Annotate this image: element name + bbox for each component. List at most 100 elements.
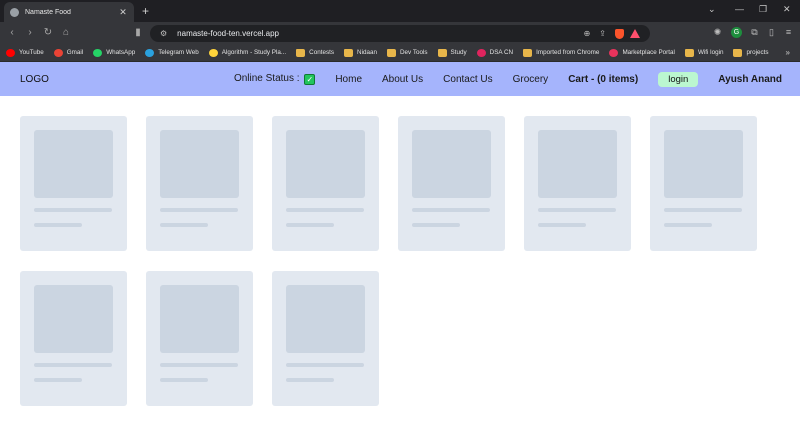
reload-button[interactable]: ↻ [42,26,54,40]
zoom-icon[interactable]: ⊕ [584,29,591,38]
shimmer-line [286,378,334,382]
bookmark-label: WhatsApp [106,49,136,56]
folder-icon [523,48,533,57]
shimmer-line [160,363,238,367]
back-button[interactable]: ‹ [6,26,18,40]
bookmark-item[interactable]: Gmail [53,48,83,57]
bookmark-label: Imported from Chrome [536,49,600,56]
nav-contact[interactable]: Contact Us [443,74,492,85]
globe-icon [10,7,19,17]
shimmer-line [160,378,208,382]
python-icon [208,48,218,57]
close-window-button[interactable]: ✕ [783,2,791,16]
bookmark-label: Algorithm - Study Pla... [221,49,287,56]
user-name: Ayush Anand [718,73,782,85]
new-tab-button[interactable]: + [142,4,149,18]
shimmer-line [664,208,742,212]
online-status-label: Online Status : [233,73,300,84]
bookmark-item[interactable]: Algorithm - Study Pla... [208,48,287,57]
folder-icon [684,48,694,57]
home-icon[interactable]: ⌂ [60,26,72,40]
bookmark-item[interactable]: Study [437,48,467,57]
cn-icon [476,48,486,57]
address-bar[interactable]: ⚙ namaste-food-ten.vercel.app ⊕ ⇪ [150,25,650,42]
bookmark-item[interactable]: Dev Tools [386,48,428,57]
marketplace-icon [609,48,619,57]
nav-cart[interactable]: Cart - (0 items) [568,74,638,85]
shimmer-line [664,223,712,227]
bookmark-label: DSA CN [489,49,514,56]
bookmark-item[interactable]: YouTube [6,48,44,57]
bookmark-item[interactable]: Contests [296,48,334,57]
login-button[interactable]: login [658,71,699,87]
bookmark-item[interactable]: Nidaan [344,48,377,57]
nav-about[interactable]: About Us [382,74,423,85]
shimmer-card [146,116,253,251]
shimmer-card [272,116,379,251]
menu-icon[interactable]: ≡ [783,27,794,38]
brave-shield-icon[interactable] [615,28,624,39]
shimmer-line [286,363,364,367]
nav-home[interactable]: Home [335,74,362,85]
shimmer-card [650,116,757,251]
bookmark-item[interactable]: WhatsApp [93,48,136,57]
bookmark-item[interactable]: DSA CN [476,48,514,57]
share-icon[interactable]: ⇪ [599,29,606,38]
tab-close-icon[interactable]: ✕ [118,7,128,18]
bookmark-item[interactable]: Telegram Web [145,48,199,57]
shimmer-line [538,208,616,212]
shimmer-card [398,116,505,251]
folder-icon [733,48,743,57]
shimmer-line [538,223,586,227]
more-bookmarks-icon[interactable]: » [786,48,790,57]
shimmer-card [524,116,631,251]
bookmark-item[interactable]: Marketplace Portal [609,48,675,57]
telegram-icon [145,48,155,57]
online-check-icon: ✓ [304,74,316,85]
shimmer-line [286,223,334,227]
youtube-icon [6,48,15,57]
browser-tab-strip: Namaste Food ✕ + ⌄ — ❐ ✕ [0,0,800,22]
shimmer-card [20,271,127,406]
whatsapp-icon [93,48,103,57]
bookmark-icon[interactable]: ▮ [132,26,144,40]
browser-tab[interactable]: Namaste Food ✕ [4,2,134,22]
bookmark-item[interactable]: projects [733,48,769,57]
bookmark-label: Wifi login [697,49,724,56]
site-header: LOGO Online Status : ✓ Home About Us Con… [0,62,800,96]
shimmer-card [20,116,127,251]
bookmark-item[interactable]: Imported from Chrome [523,48,600,57]
sidebar-icon[interactable]: ▯ [766,27,777,38]
bookmark-label: Marketplace Portal [622,49,675,56]
shimmer-image [34,130,113,198]
bookmark-label: Nidaan [357,49,377,56]
brave-rewards-icon[interactable] [630,29,640,38]
nav-grocery[interactable]: Grocery [513,74,549,85]
maximize-button[interactable]: ❐ [759,2,767,16]
shimmer-image [538,130,617,198]
site-info-icon[interactable]: ⚙ [160,29,167,38]
minimize-button[interactable]: — [735,2,744,16]
folder-icon [386,48,396,57]
bookmark-label: Telegram Web [158,49,199,56]
chevron-down-icon[interactable]: ⌄ [708,2,716,16]
bookmark-label: Study [450,49,467,56]
tab-title: Namaste Food [25,8,71,16]
shimmer-line [34,363,112,367]
shimmer-line [412,223,460,227]
extension-icon[interactable]: ✺ [712,27,723,38]
shimmer-image [286,285,365,353]
bookmark-item[interactable]: Wifi login [684,48,724,57]
shimmer-card [146,271,253,406]
url-text: namaste-food-ten.vercel.app [177,29,280,38]
extensions-puzzle-icon[interactable]: ⧉ [749,27,760,38]
shimmer-line [34,223,82,227]
grammarly-icon[interactable]: G [731,27,742,38]
folder-icon [344,48,354,57]
shimmer-image [160,285,239,353]
gmail-icon [53,48,63,57]
shimmer-image [664,130,743,198]
forward-button[interactable]: › [24,26,36,40]
shimmer-image [160,130,239,198]
shimmer-line [34,208,112,212]
